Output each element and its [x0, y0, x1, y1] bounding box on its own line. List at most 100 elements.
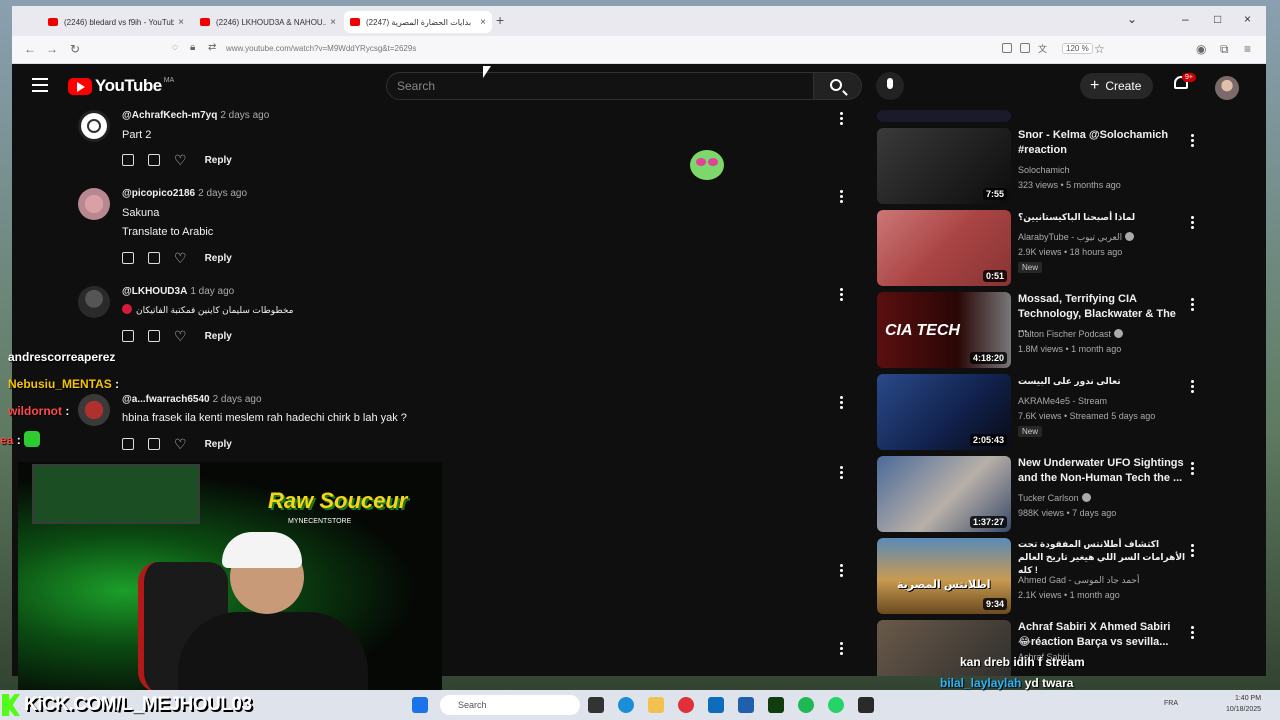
task-view-icon[interactable] [588, 697, 604, 713]
comment-more-icon[interactable] [840, 564, 843, 579]
channel-name[interactable]: Dalton Fischer Podcast [1018, 329, 1111, 339]
thumbs-up-icon[interactable] [122, 252, 134, 264]
video-item[interactable]: 2:05:43 تعالى ندور على البيست AKRAMe4e5 … [877, 374, 1237, 450]
video-thumbnail[interactable]: 0:51 [877, 210, 1011, 286]
comment-time[interactable]: 1 day ago [190, 286, 234, 297]
video-more-icon[interactable] [1191, 298, 1194, 313]
reload-icon[interactable]: ↻ [70, 42, 80, 56]
reply-button[interactable]: Reply [205, 331, 232, 342]
video-channel[interactable]: Ahmed Gad - أحمد جاد الموسى [1018, 575, 1139, 586]
video-channel[interactable]: Tucker Carlson [1018, 493, 1091, 503]
screenshot-icon[interactable] [1002, 43, 1012, 53]
heart-icon[interactable]: ♡ [174, 153, 187, 167]
thumbs-down-icon[interactable] [148, 154, 160, 166]
search-button[interactable] [814, 72, 862, 100]
close-window-button[interactable]: × [1244, 12, 1251, 26]
video-more-icon[interactable] [1191, 134, 1194, 149]
video-channel[interactable]: AlarabyTube - العربي تيوب [1018, 232, 1135, 243]
menu-icon[interactable]: ≡ [1244, 42, 1251, 56]
edge-icon[interactable] [618, 697, 634, 713]
lock-icon[interactable]: 🔒︎ [190, 42, 195, 53]
video-thumbnail[interactable]: اطلانتس المصرية 9:34 [877, 538, 1011, 614]
whatsapp-icon[interactable] [828, 697, 844, 713]
thumbs-up-icon[interactable] [122, 330, 134, 342]
video-more-icon[interactable] [1191, 216, 1194, 231]
voice-search-button[interactable] [876, 72, 904, 100]
video-item[interactable]: 7:55 Snor - Kelma @Solochamich #reaction… [877, 128, 1237, 204]
search-input[interactable] [387, 73, 813, 99]
youtube-logo[interactable]: YouTube MA [68, 76, 174, 96]
tab-3-active[interactable]: (2247) بدايات الحضارة المصرية × [344, 11, 492, 33]
video-thumbnail[interactable]: 7:55 [877, 128, 1011, 204]
video-more-icon[interactable] [1191, 380, 1194, 395]
browser-app-icon[interactable] [678, 697, 694, 713]
video-item[interactable]: 0:51 لماذا أصبحنا الباكيستانيين؟ Alaraby… [877, 210, 1237, 286]
tab-2[interactable]: (2246) LKHOUD3A & NAHOU... × [194, 11, 342, 33]
extensions-icon[interactable]: ⧉ [1220, 42, 1229, 57]
forward-arrow-icon[interactable]: → [46, 42, 58, 56]
comment-more-icon[interactable] [840, 642, 843, 657]
comment-handle[interactable]: @picopico2186 [122, 188, 195, 199]
keyboard-language[interactable]: FRA [1164, 700, 1178, 707]
search-box[interactable] [386, 72, 814, 100]
comment-time[interactable]: 2 days ago [198, 188, 247, 199]
video-title[interactable]: لماذا أصبحنا الباكيستانيين؟ [1018, 210, 1186, 225]
heart-icon[interactable]: ♡ [174, 251, 187, 265]
comment-handle[interactable]: @AchrafKech-m7yq [122, 110, 217, 121]
app-icon[interactable] [858, 697, 874, 713]
account-avatar[interactable] [1215, 76, 1239, 100]
video-partial[interactable] [877, 110, 1237, 122]
video-channel[interactable]: Dalton Fischer Podcast [1018, 329, 1124, 339]
thumbs-down-icon[interactable] [148, 252, 160, 264]
tab-list-chevron-icon[interactable]: ⌄ [1127, 12, 1137, 26]
create-button[interactable]: + Create [1080, 73, 1154, 99]
minimize-button[interactable]: – [1182, 12, 1189, 26]
video-item[interactable]: 1:37:27 New Underwater UFO Sightings and… [877, 456, 1237, 532]
tab-1[interactable]: (2246) bledard vs f9ih - YouTube × [42, 11, 190, 33]
comment-more-icon[interactable] [840, 190, 843, 205]
video-title[interactable]: تعالى ندور على البيست [1018, 374, 1186, 389]
commenter-avatar[interactable] [78, 188, 110, 220]
comment-more-icon[interactable] [840, 466, 843, 481]
video-title[interactable]: اكتشاف أطلانتس المفقودة تحت الأهرامات ال… [1018, 538, 1186, 577]
video-channel[interactable]: AKRAMe4e5 - Stream [1018, 396, 1107, 406]
taskbar-search[interactable]: Search [440, 695, 580, 715]
video-title[interactable]: Snor - Kelma @Solochamich #reaction [1018, 128, 1186, 158]
video-item[interactable]: اطلانتس المصرية 9:34 اكتشاف أطلانتس المف… [877, 538, 1237, 614]
video-item[interactable]: CIA TECH 4:18:20 Mossad, Terrifying CIA … [877, 292, 1237, 368]
start-button-icon[interactable] [412, 697, 428, 713]
video-more-icon[interactable] [1191, 544, 1194, 559]
video-more-icon[interactable] [1191, 626, 1194, 641]
video-channel[interactable]: Solochamich [1018, 165, 1070, 175]
comment-more-icon[interactable] [840, 112, 843, 127]
reply-button[interactable]: Reply [205, 155, 232, 166]
commenter-avatar[interactable] [78, 286, 110, 318]
new-tab-button[interactable]: + [496, 12, 504, 28]
reply-button[interactable]: Reply [205, 253, 232, 264]
maximize-button[interactable]: □ [1214, 12, 1221, 26]
thumbs-down-icon[interactable] [148, 330, 160, 342]
video-thumbnail[interactable]: CIA TECH 4:18:20 [877, 292, 1011, 368]
comment-time[interactable]: 2 days ago [220, 110, 269, 121]
bookmark-star-icon[interactable]: ☆ [1094, 42, 1105, 56]
outlook-icon[interactable] [738, 697, 754, 713]
close-tab-icon[interactable]: × [178, 17, 184, 28]
comment-more-icon[interactable] [840, 288, 843, 303]
video-title[interactable]: Achraf Sabiri X Ahmed Sabiri 😂réaction B… [1018, 620, 1186, 650]
permissions-icon[interactable]: ⇄ [208, 42, 216, 53]
thumbs-up-icon[interactable] [122, 154, 134, 166]
close-tab-icon[interactable]: × [480, 17, 486, 28]
url-field[interactable]: www.youtube.com/watch?v=M9WddYRycsg&t=26… [226, 44, 416, 53]
clock[interactable]: 1:40 PM 10/18/2025 [1226, 693, 1261, 715]
channel-name[interactable]: Tucker Carlson [1018, 493, 1079, 503]
video-title[interactable]: New Underwater UFO Sightings and the Non… [1018, 456, 1186, 486]
comment-more-icon[interactable] [840, 396, 843, 411]
spotify-icon[interactable] [798, 697, 814, 713]
comment-handle[interactable]: @LKHOUD3A [122, 286, 187, 297]
translate-icon[interactable]: 文 [1038, 42, 1047, 55]
file-explorer-icon[interactable] [648, 697, 664, 713]
guide-menu-icon[interactable] [32, 78, 48, 92]
account-icon[interactable]: ◉ [1196, 42, 1206, 56]
commenter-avatar[interactable] [78, 110, 110, 142]
store-icon[interactable] [708, 697, 724, 713]
